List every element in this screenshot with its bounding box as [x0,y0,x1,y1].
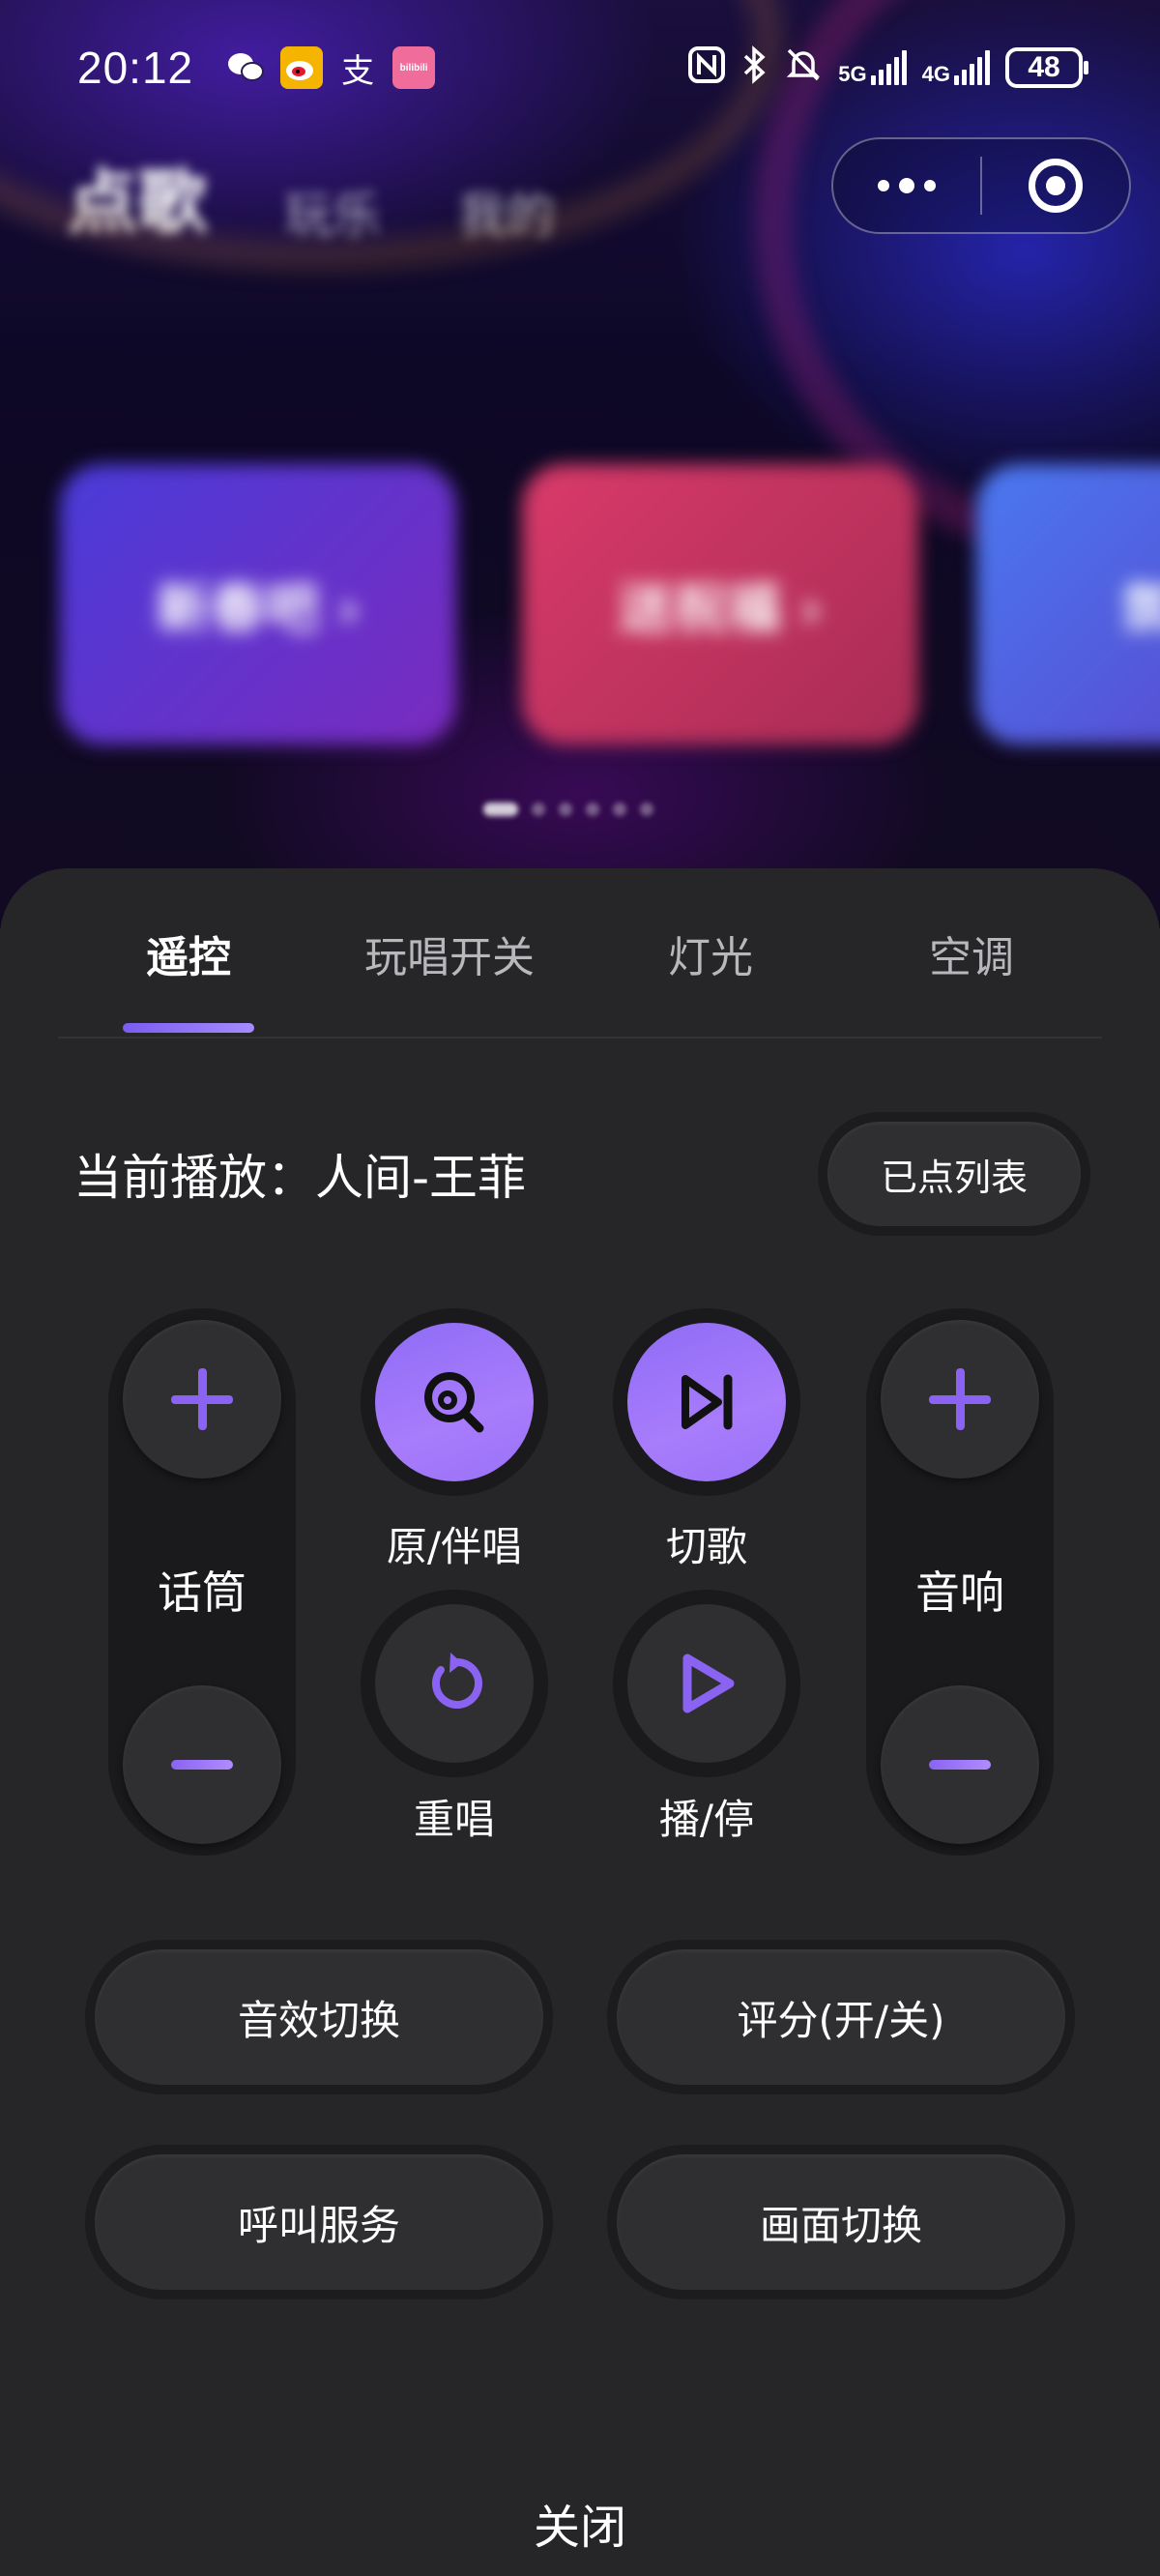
replay-label: 重唱 [413,1796,495,1843]
replay-icon [432,1653,482,1709]
skip-song-button[interactable] [627,1323,786,1481]
bg-tab-mine: 我的 [458,188,556,244]
skip-song-ring [613,1308,800,1496]
play-pause-label: 播/停 [658,1796,755,1843]
net-5g-label: 5G [838,62,867,86]
remote-control-sheet: 遥控 玩唱开关 灯光 空调 当前播放：人间-王菲 已点列表 话筒 音响 原/伴唱… [0,868,1160,2576]
mic-label: 话筒 [158,1566,246,1619]
original-accompaniment-button[interactable] [375,1323,534,1481]
weibo-icon [280,46,324,89]
bluetooth-icon [741,44,768,91]
banner-card: 氛围 [976,464,1160,745]
miniprogram-capsule [831,137,1131,234]
mute-icon [784,45,823,91]
plus-icon [171,1368,233,1430]
mic-volume-up-button[interactable] [123,1320,281,1478]
more-dots-icon [878,178,936,193]
tab-air-conditioner[interactable]: 空调 [841,868,1102,1039]
mic-volume-down-button[interactable] [123,1685,281,1844]
signal-4g-icon [954,50,990,85]
alipay-icon: 支 [341,52,375,90]
carousel-pager [483,803,653,816]
nfc-icon [687,45,726,91]
banner-card: 新春吧 › [60,464,456,745]
speaker-volume-down-button[interactable] [881,1685,1039,1844]
play-icon [682,1654,735,1713]
bg-tab-play: 玩乐 [284,188,382,244]
original-accompaniment-ring [361,1308,548,1496]
speaker-volume-up-button[interactable] [881,1320,1039,1478]
target-icon [1029,159,1083,213]
speaker-label: 音响 [915,1566,1004,1619]
tab-remote[interactable]: 遥控 [58,868,319,1039]
play-pause-ring [613,1590,800,1777]
background-tabs: 点歌 玩乐 我的 [68,145,555,247]
original-accompaniment-label: 原/伴唱 [386,1523,523,1570]
replay-button[interactable] [375,1604,534,1763]
status-bar: 20:12 支 bilibili 5G 4G 48 [0,0,1160,135]
screen-switch-button[interactable]: 画面切换 [607,2145,1075,2299]
sheet-tabs: 遥控 玩唱开关 灯光 空调 [58,868,1102,1039]
call-service-button[interactable]: 呼叫服务 [85,2145,553,2299]
skip-song-label: 切歌 [665,1523,747,1570]
signal-5g-icon [870,50,907,85]
mic-volume-control: 话筒 [108,1308,296,1856]
vocal-search-icon [424,1372,484,1433]
close-button[interactable]: 关闭 [0,2489,1160,2557]
plus-icon [929,1368,991,1430]
now-playing-text: 当前播放：人间-王菲 [73,1150,527,1206]
replay-ring [361,1590,548,1777]
minus-icon [929,1760,991,1770]
battery-indicator: 48 [1005,47,1088,88]
skip-next-icon [682,1374,733,1430]
wechat-icon [224,46,267,89]
bg-tab-song: 点歌 [68,161,208,243]
banner-card: 送祝福 › [522,464,918,745]
net-4g-label: 4G [921,62,950,86]
tab-sing-switch[interactable]: 玩唱开关 [319,868,580,1039]
scoring-toggle-button[interactable]: 评分(开/关) [607,1940,1075,2094]
banner-carousel: 新春吧 › 送祝福 › 氛围 [0,367,1160,774]
tab-lighting[interactable]: 灯光 [580,868,841,1039]
exit-button[interactable] [982,139,1129,232]
clock: 20:12 [77,43,194,93]
play-pause-button[interactable] [627,1604,786,1763]
more-button[interactable] [833,139,980,232]
speaker-volume-control: 音响 [866,1308,1054,1856]
minus-icon [171,1760,233,1770]
queued-list-button[interactable]: 已点列表 [818,1112,1090,1236]
bilibili-icon: bilibili [392,46,436,89]
sound-effect-button[interactable]: 音效切换 [85,1940,553,2094]
